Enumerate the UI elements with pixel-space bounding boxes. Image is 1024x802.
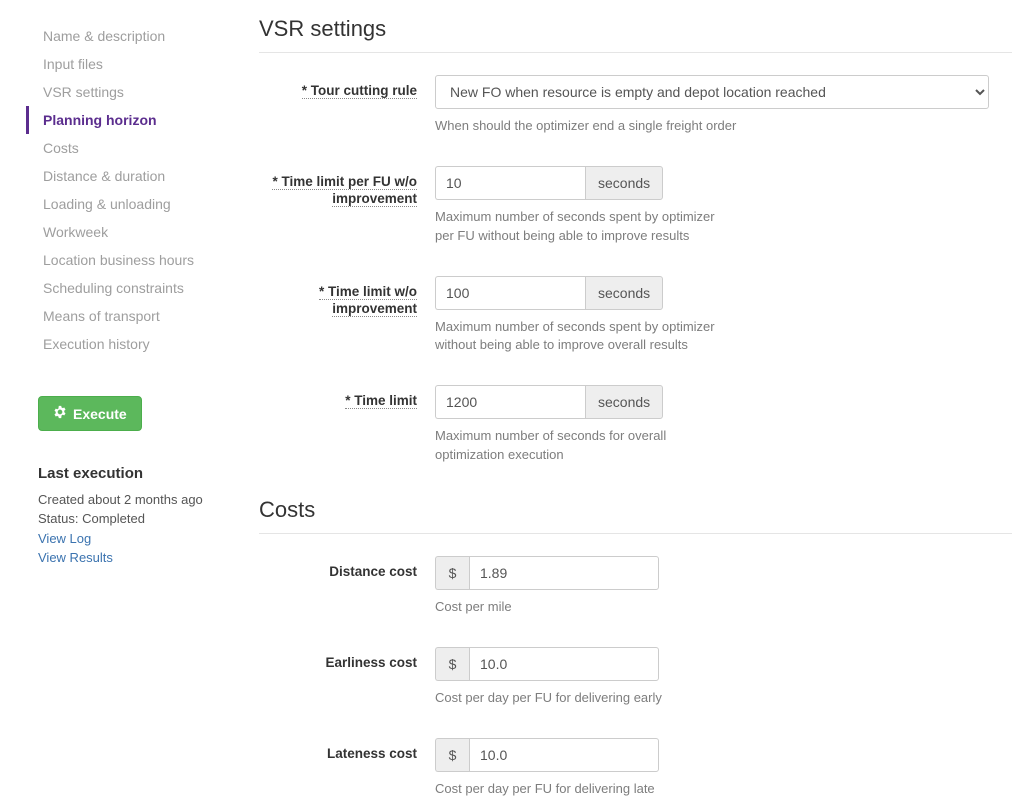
help-tour-cutting: When should the optimizer end a single f… xyxy=(435,117,995,136)
currency-symbol: $ xyxy=(435,556,469,590)
last-execution-panel: Last execution Created about 2 months ag… xyxy=(38,463,239,568)
execute-button-label: Execute xyxy=(73,406,127,422)
label-lateness-cost: Lateness cost xyxy=(259,738,435,763)
view-log-link[interactable]: View Log xyxy=(38,529,239,549)
sidebar-item[interactable]: Means of transport xyxy=(26,302,239,330)
label-time-limit-fu: * Time limit per FU w/o improvement xyxy=(259,166,435,208)
sidebar-item[interactable]: Input files xyxy=(26,50,239,78)
time-limit-fu-input[interactable] xyxy=(435,166,585,200)
sidebar-nav: Name & descriptionInput filesVSR setting… xyxy=(24,22,239,358)
execute-button[interactable]: Execute xyxy=(38,396,142,431)
sidebar-item[interactable]: Name & description xyxy=(26,22,239,50)
section-heading-vsr: VSR settings xyxy=(259,14,1012,52)
sidebar-item[interactable]: Scheduling constraints xyxy=(26,274,239,302)
currency-symbol: $ xyxy=(435,738,469,772)
row-distance-cost: Distance cost $ Cost per mile xyxy=(259,556,1012,617)
lateness-cost-input[interactable] xyxy=(469,738,659,772)
unit-seconds: seconds xyxy=(585,276,663,310)
main-form: VSR settings * Tour cutting rule New FO … xyxy=(239,14,1016,802)
distance-cost-input[interactable] xyxy=(469,556,659,590)
sidebar-item[interactable]: Execution history xyxy=(26,330,239,358)
label-time-limit: * Time limit xyxy=(259,385,435,410)
row-lateness-cost: Lateness cost $ Cost per day per FU for … xyxy=(259,738,1012,799)
sidebar-item[interactable]: Planning horizon xyxy=(26,106,239,134)
label-tour-cutting: * Tour cutting rule xyxy=(259,75,435,100)
row-time-limit-no-improve: * Time limit w/o improvement seconds Max… xyxy=(259,276,1012,356)
row-earliness-cost: Earliness cost $ Cost per day per FU for… xyxy=(259,647,1012,708)
sidebar-item[interactable]: Loading & unloading xyxy=(26,190,239,218)
sidebar-item[interactable]: Workweek xyxy=(26,218,239,246)
row-tour-cutting: * Tour cutting rule New FO when resource… xyxy=(259,75,1012,136)
sidebar: Name & descriptionInput filesVSR setting… xyxy=(24,14,239,802)
sidebar-item[interactable]: Costs xyxy=(26,134,239,162)
last-execution-heading: Last execution xyxy=(38,463,239,486)
help-earliness-cost: Cost per day per FU for delivering early xyxy=(435,689,735,708)
row-time-limit-fu: * Time limit per FU w/o improvement seco… xyxy=(259,166,1012,246)
label-time-limit-no-improve: * Time limit w/o improvement xyxy=(259,276,435,318)
divider xyxy=(259,533,1012,534)
currency-symbol: $ xyxy=(435,647,469,681)
help-time-limit: Maximum number of seconds for overall op… xyxy=(435,427,735,465)
unit-seconds: seconds xyxy=(585,385,663,419)
help-distance-cost: Cost per mile xyxy=(435,598,735,617)
section-heading-costs: Costs xyxy=(259,495,1012,533)
sidebar-item[interactable]: Location business hours xyxy=(26,246,239,274)
time-limit-input[interactable] xyxy=(435,385,585,419)
row-time-limit: * Time limit seconds Maximum number of s… xyxy=(259,385,1012,465)
label-earliness-cost: Earliness cost xyxy=(259,647,435,672)
label-distance-cost: Distance cost xyxy=(259,556,435,581)
sidebar-item[interactable]: VSR settings xyxy=(26,78,239,106)
view-results-link[interactable]: View Results xyxy=(38,548,239,568)
unit-seconds: seconds xyxy=(585,166,663,200)
help-time-limit-no-improve: Maximum number of seconds spent by optim… xyxy=(435,318,735,356)
help-lateness-cost: Cost per day per FU for delivering late xyxy=(435,780,735,799)
sidebar-item[interactable]: Distance & duration xyxy=(26,162,239,190)
time-limit-no-improve-input[interactable] xyxy=(435,276,585,310)
earliness-cost-input[interactable] xyxy=(469,647,659,681)
divider xyxy=(259,52,1012,53)
last-execution-created: Created about 2 months ago xyxy=(38,490,239,510)
tour-cutting-select[interactable]: New FO when resource is empty and depot … xyxy=(435,75,989,109)
help-time-limit-fu: Maximum number of seconds spent by optim… xyxy=(435,208,735,246)
last-execution-status: Status: Completed xyxy=(38,509,239,529)
gear-icon xyxy=(53,405,67,422)
